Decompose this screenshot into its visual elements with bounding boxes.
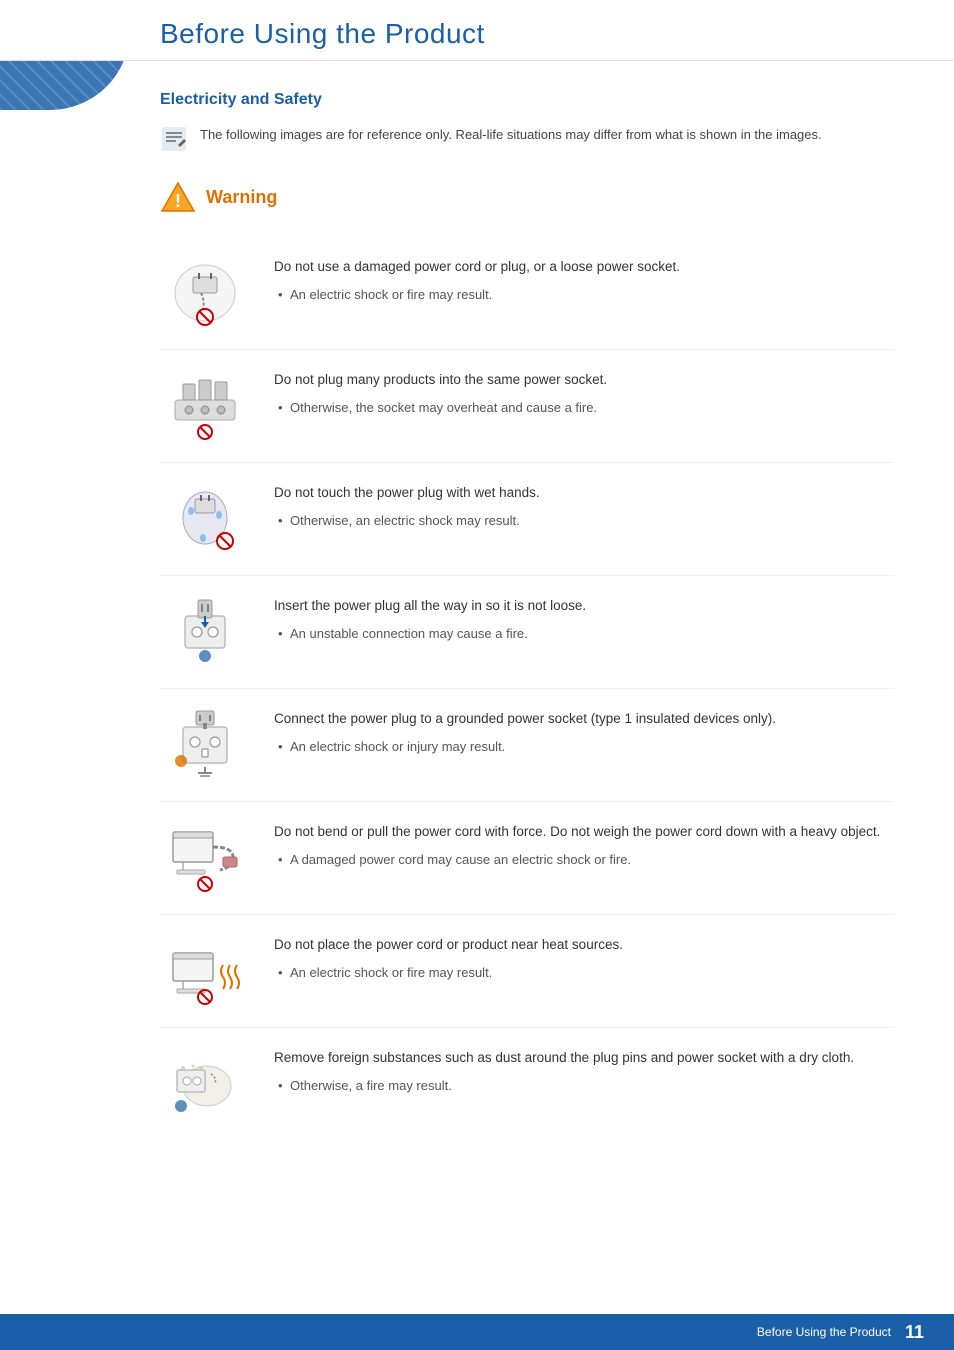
item-5-image	[160, 705, 250, 785]
item-6-image	[160, 818, 250, 898]
page-footer: Before Using the Product 11	[0, 1314, 954, 1350]
safety-item: Connect the power plug to a grounded pow…	[160, 689, 894, 802]
item-4-sub: An unstable connection may cause a fire.	[274, 624, 894, 644]
item-7-sub: An electric shock or fire may result.	[274, 963, 894, 983]
note-text: The following images are for reference o…	[200, 125, 822, 145]
safety-item: Do not touch the power plug with wet han…	[160, 463, 894, 576]
item-6-sub: A damaged power cord may cause an electr…	[274, 850, 894, 870]
item-2-text: Do not plug many products into the same …	[274, 366, 894, 418]
footer-page-number: 11	[905, 1322, 924, 1343]
section-heading: Electricity and Safety	[160, 91, 894, 109]
safety-item: Insert the power plug all the way in so …	[160, 576, 894, 689]
item-7-text: Do not place the power cord or product n…	[274, 931, 894, 983]
safety-item: Do not plug many products into the same …	[160, 350, 894, 463]
item-8-image	[160, 1044, 250, 1124]
item-2-image	[160, 366, 250, 446]
item-2-main: Do not plug many products into the same …	[274, 370, 894, 390]
item-3-text: Do not touch the power plug with wet han…	[274, 479, 894, 531]
page-title: Before Using the Product	[160, 18, 954, 50]
item-1-image	[160, 253, 250, 333]
item-4-main: Insert the power plug all the way in so …	[274, 596, 894, 616]
page-header: Before Using the Product	[0, 0, 954, 61]
safety-items-list: Do not use a damaged power cord or plug,…	[160, 237, 894, 1140]
item-8-text: Remove foreign substances such as dust a…	[274, 1044, 894, 1096]
warning-triangle-icon: !	[160, 181, 196, 213]
warning-label: Warning	[206, 187, 277, 208]
item-7-image	[160, 931, 250, 1011]
item-5-sub: An electric shock or injury may result.	[274, 737, 894, 757]
item-8-sub: Otherwise, a fire may result.	[274, 1076, 894, 1096]
item-3-main: Do not touch the power plug with wet han…	[274, 483, 894, 503]
item-8-main: Remove foreign substances such as dust a…	[274, 1048, 894, 1068]
safety-item: Do not use a damaged power cord or plug,…	[160, 237, 894, 350]
item-6-text: Do not bend or pull the power cord with …	[274, 818, 894, 870]
item-4-image	[160, 592, 250, 672]
item-3-image	[160, 479, 250, 559]
main-content: Electricity and Safety The following ima…	[0, 61, 954, 1200]
warning-header: ! Warning	[160, 181, 894, 213]
item-5-main: Connect the power plug to a grounded pow…	[274, 709, 894, 729]
item-1-sub: An electric shock or fire may result.	[274, 285, 894, 305]
safety-item: Do not place the power cord or product n…	[160, 915, 894, 1028]
note-icon	[160, 125, 188, 153]
item-2-sub: Otherwise, the socket may overheat and c…	[274, 398, 894, 418]
item-6-main: Do not bend or pull the power cord with …	[274, 822, 894, 842]
item-1-main: Do not use a damaged power cord or plug,…	[274, 257, 894, 277]
item-7-main: Do not place the power cord or product n…	[274, 935, 894, 955]
safety-item: Remove foreign substances such as dust a…	[160, 1028, 894, 1140]
item-1-text: Do not use a damaged power cord or plug,…	[274, 253, 894, 305]
svg-text:!: !	[175, 191, 181, 211]
item-3-sub: Otherwise, an electric shock may result.	[274, 511, 894, 531]
item-4-text: Insert the power plug all the way in so …	[274, 592, 894, 644]
item-5-text: Connect the power plug to a grounded pow…	[274, 705, 894, 757]
note-box: The following images are for reference o…	[160, 125, 894, 153]
footer-text: Before Using the Product	[757, 1325, 891, 1339]
safety-item: Do not bend or pull the power cord with …	[160, 802, 894, 915]
